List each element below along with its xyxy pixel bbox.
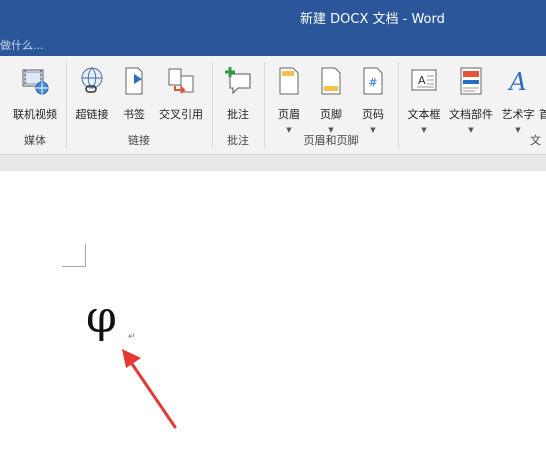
group-text-label-partial: 文 — [530, 134, 541, 147]
cross-reference-label: 交叉引用 — [159, 108, 203, 121]
group-links-label: 链接 — [128, 134, 150, 147]
insert-ribbon: 联机视频 媒体 超链接 书签 交叉引用 链接 批注 批注 页眉 ▼ 页脚 ▼ #… — [0, 56, 546, 155]
comment-label: 批注 — [227, 108, 249, 121]
svg-text:#: # — [368, 76, 377, 89]
group-header-footer-label: 页眉和页脚 — [303, 134, 359, 147]
tell-me-search[interactable]: 做什么... — [0, 37, 44, 53]
quick-parts-icon — [460, 67, 482, 95]
margin-corner-mark — [62, 266, 86, 267]
title-bar — [0, 0, 546, 34]
text-box-label: 文本框 — [407, 108, 441, 121]
group-media-label: 媒体 — [24, 134, 46, 147]
chevron-down-icon: ▼ — [468, 126, 474, 134]
bookmark-label: 书签 — [123, 108, 145, 121]
hyperlink-label: 超链接 — [75, 108, 109, 121]
new-comment-icon — [225, 67, 251, 95]
paragraph-mark: ↵ — [128, 332, 136, 342]
svg-text:A: A — [507, 68, 526, 96]
group-separator — [212, 62, 213, 148]
bookmark-icon — [125, 67, 143, 95]
online-video-label: 联机视频 — [13, 108, 57, 121]
phi-symbol-text[interactable]: φ — [86, 296, 117, 340]
text-box-button[interactable]: A 文本框 ▼ — [402, 64, 446, 144]
header-label: 页眉 — [278, 108, 300, 121]
quick-parts-button[interactable]: 文档部件 ▼ — [446, 64, 496, 144]
ruler-gap — [0, 155, 546, 171]
footer-icon — [321, 67, 341, 95]
wordart-icon: A — [507, 68, 526, 96]
wordart-label: 艺术字 — [501, 108, 535, 121]
hyperlink-icon — [81, 67, 103, 93]
svg-text:A: A — [418, 74, 426, 87]
online-video-icon — [22, 69, 49, 95]
window-title: 新建 DOCX 文档 - Word — [300, 12, 445, 27]
document-page[interactable] — [0, 171, 546, 473]
group-separator — [264, 62, 265, 148]
page-number-icon: # — [363, 67, 383, 95]
chevron-down-icon: ▼ — [515, 126, 521, 134]
group-separator — [398, 62, 399, 148]
quick-parts-label: 文档部件 — [449, 108, 493, 121]
footer-label: 页脚 — [320, 108, 342, 121]
chevron-down-icon: ▼ — [421, 126, 427, 134]
text-box-icon: A — [411, 69, 437, 91]
group-separator — [66, 62, 67, 148]
group-comments-label: 批注 — [227, 134, 249, 147]
page-number-label: 页码 — [362, 108, 384, 121]
cross-reference-icon — [168, 68, 194, 94]
dropcap-label-partial[interactable]: 首 — [539, 106, 546, 122]
header-icon — [279, 67, 299, 95]
margin-corner-mark — [85, 244, 86, 266]
tell-me-bar — [0, 34, 546, 56]
